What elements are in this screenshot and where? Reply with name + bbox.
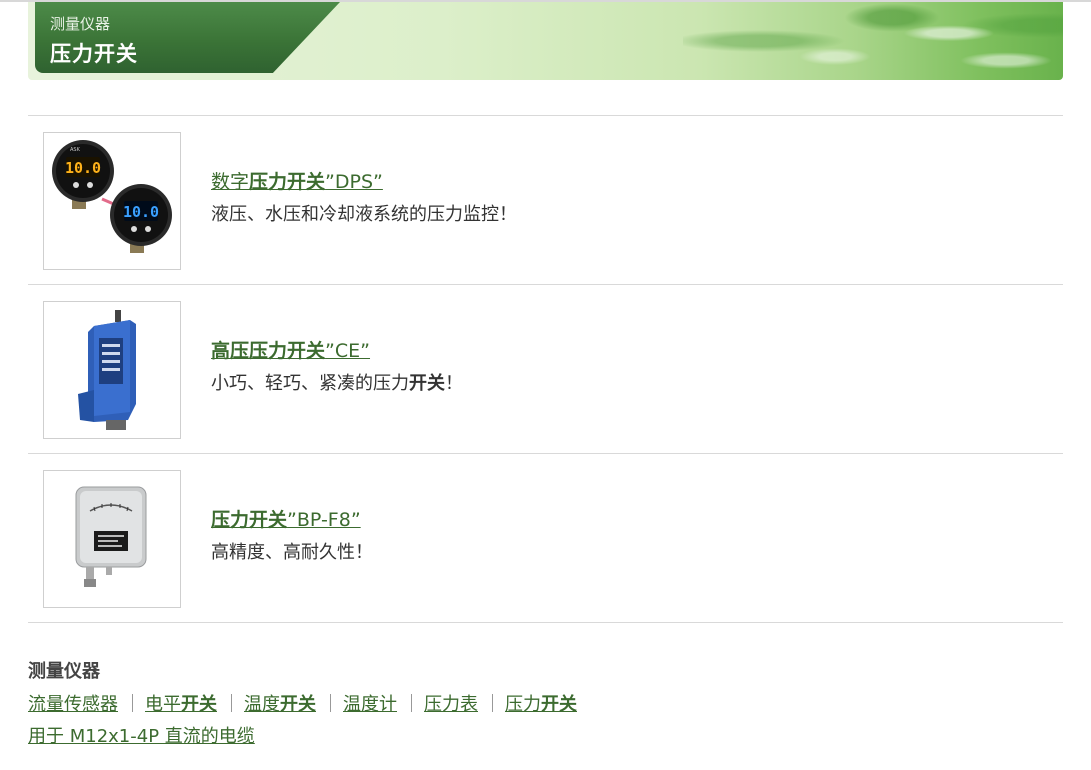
link-thermometer[interactable]: 温度计	[343, 694, 397, 715]
product-title-link[interactable]: 数字压力开关”DPS”	[211, 167, 383, 194]
link-pressure-switch[interactable]: 压力开关	[505, 694, 577, 715]
banner-title: 压力开关	[50, 42, 138, 66]
banner-category: 测量仪器	[50, 15, 111, 33]
product-item: 高压压力开关”CE” 小巧、轻巧、紧凑的压力开关！	[28, 284, 1063, 453]
link-m12-cable[interactable]: 用于 M12x1-4P 直流的电缆	[28, 726, 255, 747]
link-flow-sensor[interactable]: 流量传感器	[28, 694, 118, 715]
product-image-bp-f8[interactable]	[43, 470, 181, 608]
product-description: 小巧、轻巧、紧凑的压力开关！	[211, 373, 463, 394]
product-item: 10.0 ASK 10.0 数字压力开关”DPS” 液压、水压和冷却液系统的压力…	[28, 115, 1063, 284]
category-banner: 测量仪器 压力开关	[28, 2, 1063, 80]
product-item: 压力开关”BP-F8” 高精度、高耐久性！	[28, 453, 1063, 623]
related-category-title: 测量仪器	[28, 661, 100, 682]
link-separator	[330, 694, 331, 712]
product-list: 10.0 ASK 10.0 数字压力开关”DPS” 液压、水压和冷却液系统的压力…	[28, 115, 1063, 623]
svg-text:ASK: ASK	[70, 147, 81, 153]
related-links: 流量传感器 电平开关 温度开关 温度计 压力表 压力开关 用于 M12x1-4P 直流的电…	[28, 693, 577, 757]
product-description: 高精度、高耐久性！	[211, 542, 373, 563]
link-temperature-switch[interactable]: 温度开关	[244, 694, 316, 715]
link-separator	[132, 694, 133, 712]
link-separator	[231, 694, 232, 712]
product-image-dps[interactable]: 10.0 ASK 10.0	[43, 132, 181, 270]
product-title-link[interactable]: 高压压力开关”CE”	[211, 336, 370, 363]
product-description: 液压、水压和冷却液系统的压力监控！	[211, 204, 517, 225]
water-splash-decoration	[683, 2, 1063, 80]
link-separator	[492, 694, 493, 712]
link-separator	[411, 694, 412, 712]
link-pressure-gauge[interactable]: 压力表	[424, 694, 478, 715]
product-title-link[interactable]: 压力开关”BP-F8”	[211, 505, 361, 532]
dps-readout-amber: 10.0	[65, 159, 101, 177]
dps-readout-blue: 10.0	[123, 203, 159, 221]
product-image-ce[interactable]	[43, 301, 181, 439]
link-level-switch[interactable]: 电平开关	[145, 694, 217, 715]
